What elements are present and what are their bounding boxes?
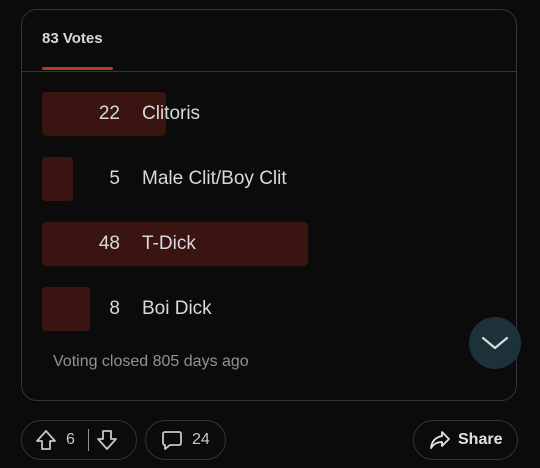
upvote-count: 6 bbox=[66, 431, 75, 448]
poll-option-count: 8 bbox=[109, 298, 120, 319]
poll-option-1: 22 Clitoris bbox=[42, 92, 492, 136]
share-label: Share bbox=[458, 431, 503, 448]
poll-option-2: 5 Male Clit/Boy Clit bbox=[42, 157, 492, 201]
poll-option-label: Boi Dick bbox=[142, 298, 212, 319]
tab-underline bbox=[42, 67, 113, 70]
poll-option-count: 22 bbox=[98, 103, 120, 124]
poll-tab-header: 83 Votes bbox=[22, 10, 516, 72]
poll-option-3: 48 T-Dick bbox=[42, 222, 492, 266]
vote-divider bbox=[87, 429, 89, 451]
upvote-icon[interactable] bbox=[35, 429, 57, 451]
share-button[interactable]: Share bbox=[413, 420, 518, 460]
comment-count: 24 bbox=[192, 431, 210, 448]
downvote-icon[interactable] bbox=[96, 429, 118, 451]
poll-option-label: Clitoris bbox=[142, 103, 201, 124]
poll-option-4: 8 Boi Dick bbox=[42, 287, 492, 331]
comment-icon bbox=[161, 429, 183, 451]
poll-option-label: Male Clit/Boy Clit bbox=[142, 168, 287, 189]
vote-controls: 6 bbox=[21, 420, 137, 460]
poll-card: 83 Votes 22 Clitoris 5 Male Clit/Boy Cli… bbox=[21, 9, 517, 401]
poll-option-label: T-Dick bbox=[142, 233, 196, 254]
poll-status: Voting closed 805 days ago bbox=[53, 353, 249, 370]
votes-tab[interactable]: 83 Votes bbox=[42, 30, 103, 47]
share-icon bbox=[429, 429, 451, 451]
poll-option-count: 5 bbox=[109, 168, 120, 189]
chevron-down-icon bbox=[481, 335, 509, 351]
scroll-down-button[interactable] bbox=[469, 317, 521, 369]
poll-option-count: 48 bbox=[98, 233, 120, 254]
comments-button[interactable]: 24 bbox=[145, 420, 226, 460]
